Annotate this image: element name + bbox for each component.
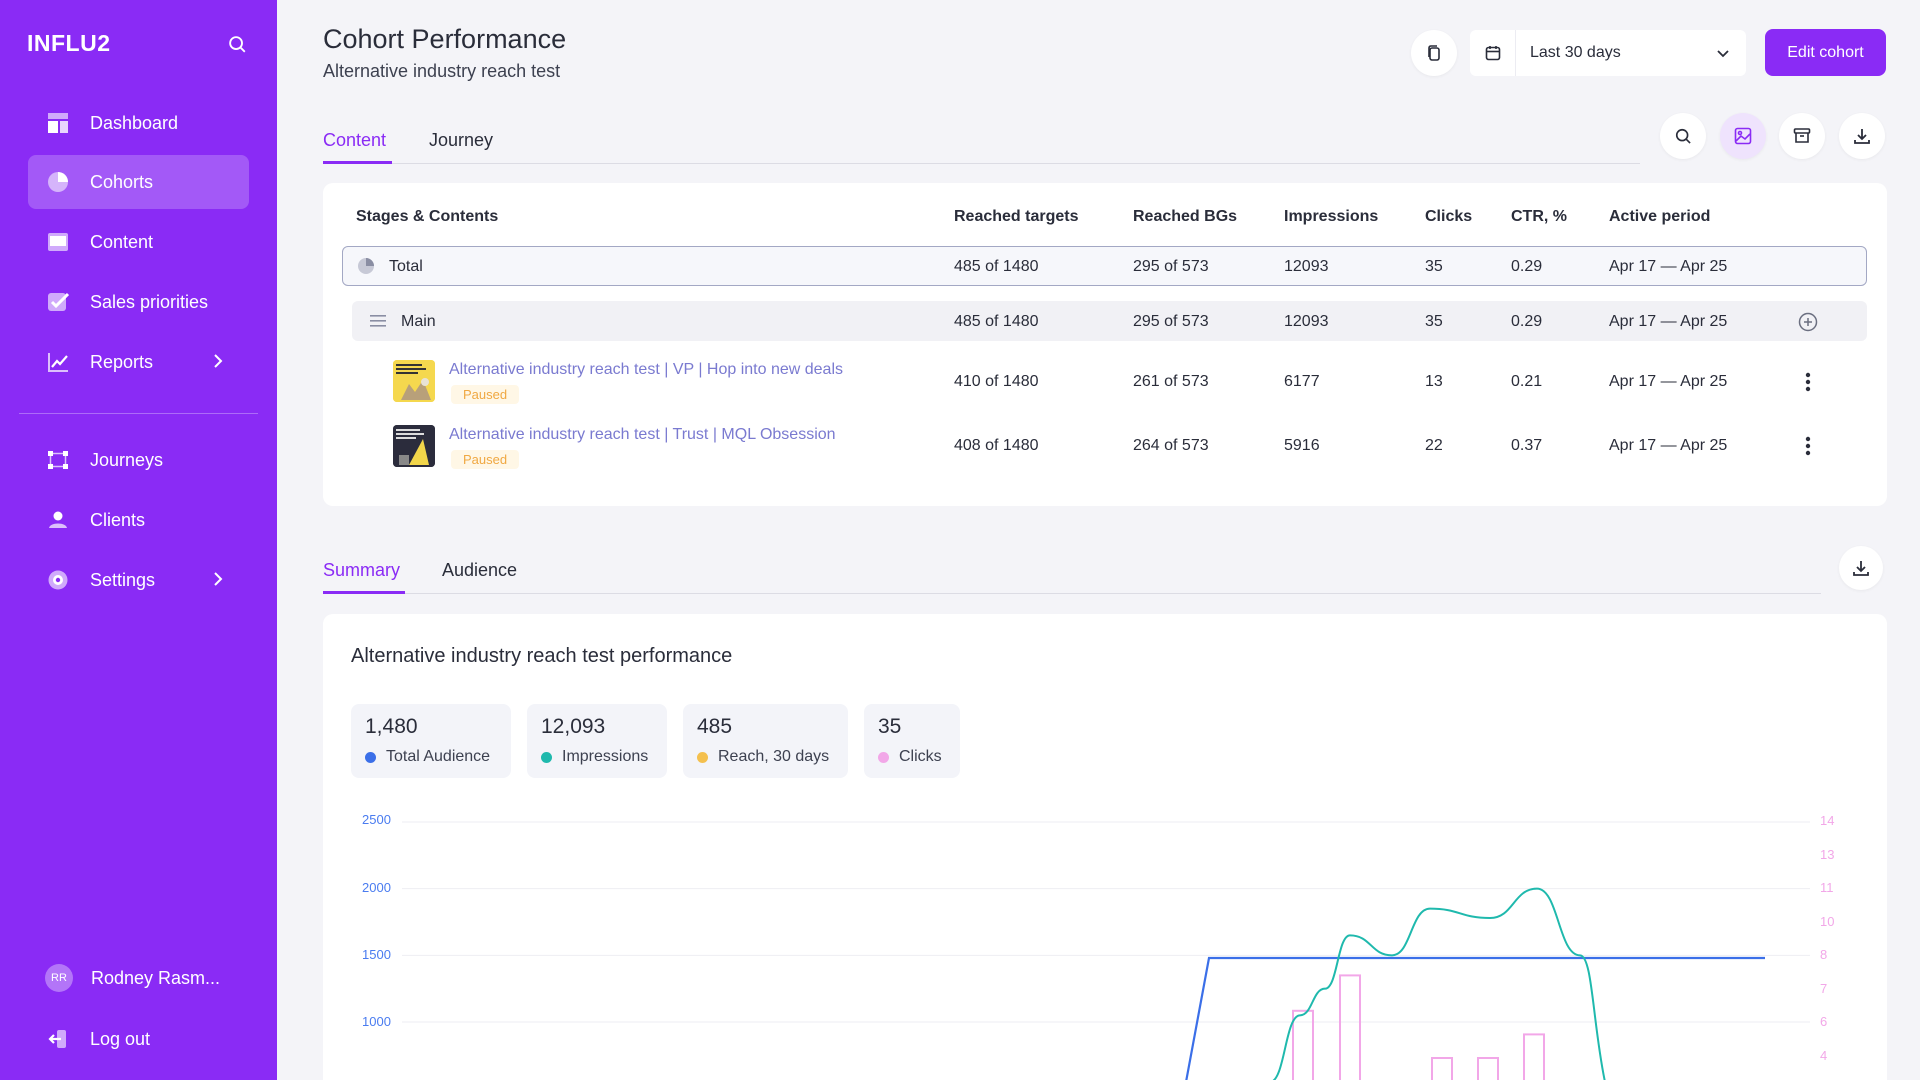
- performance-chart: [402, 821, 1810, 1080]
- impressions-line: [1271, 887, 1606, 1080]
- clicks-bar: [1292, 1009, 1314, 1080]
- clicks-bar: [1339, 974, 1361, 1080]
- clicks-bar: [1523, 1033, 1545, 1080]
- audience-line: [1185, 956, 1765, 1080]
- clicks-bar: [1477, 1057, 1499, 1080]
- clicks-bar: [1431, 1057, 1453, 1080]
